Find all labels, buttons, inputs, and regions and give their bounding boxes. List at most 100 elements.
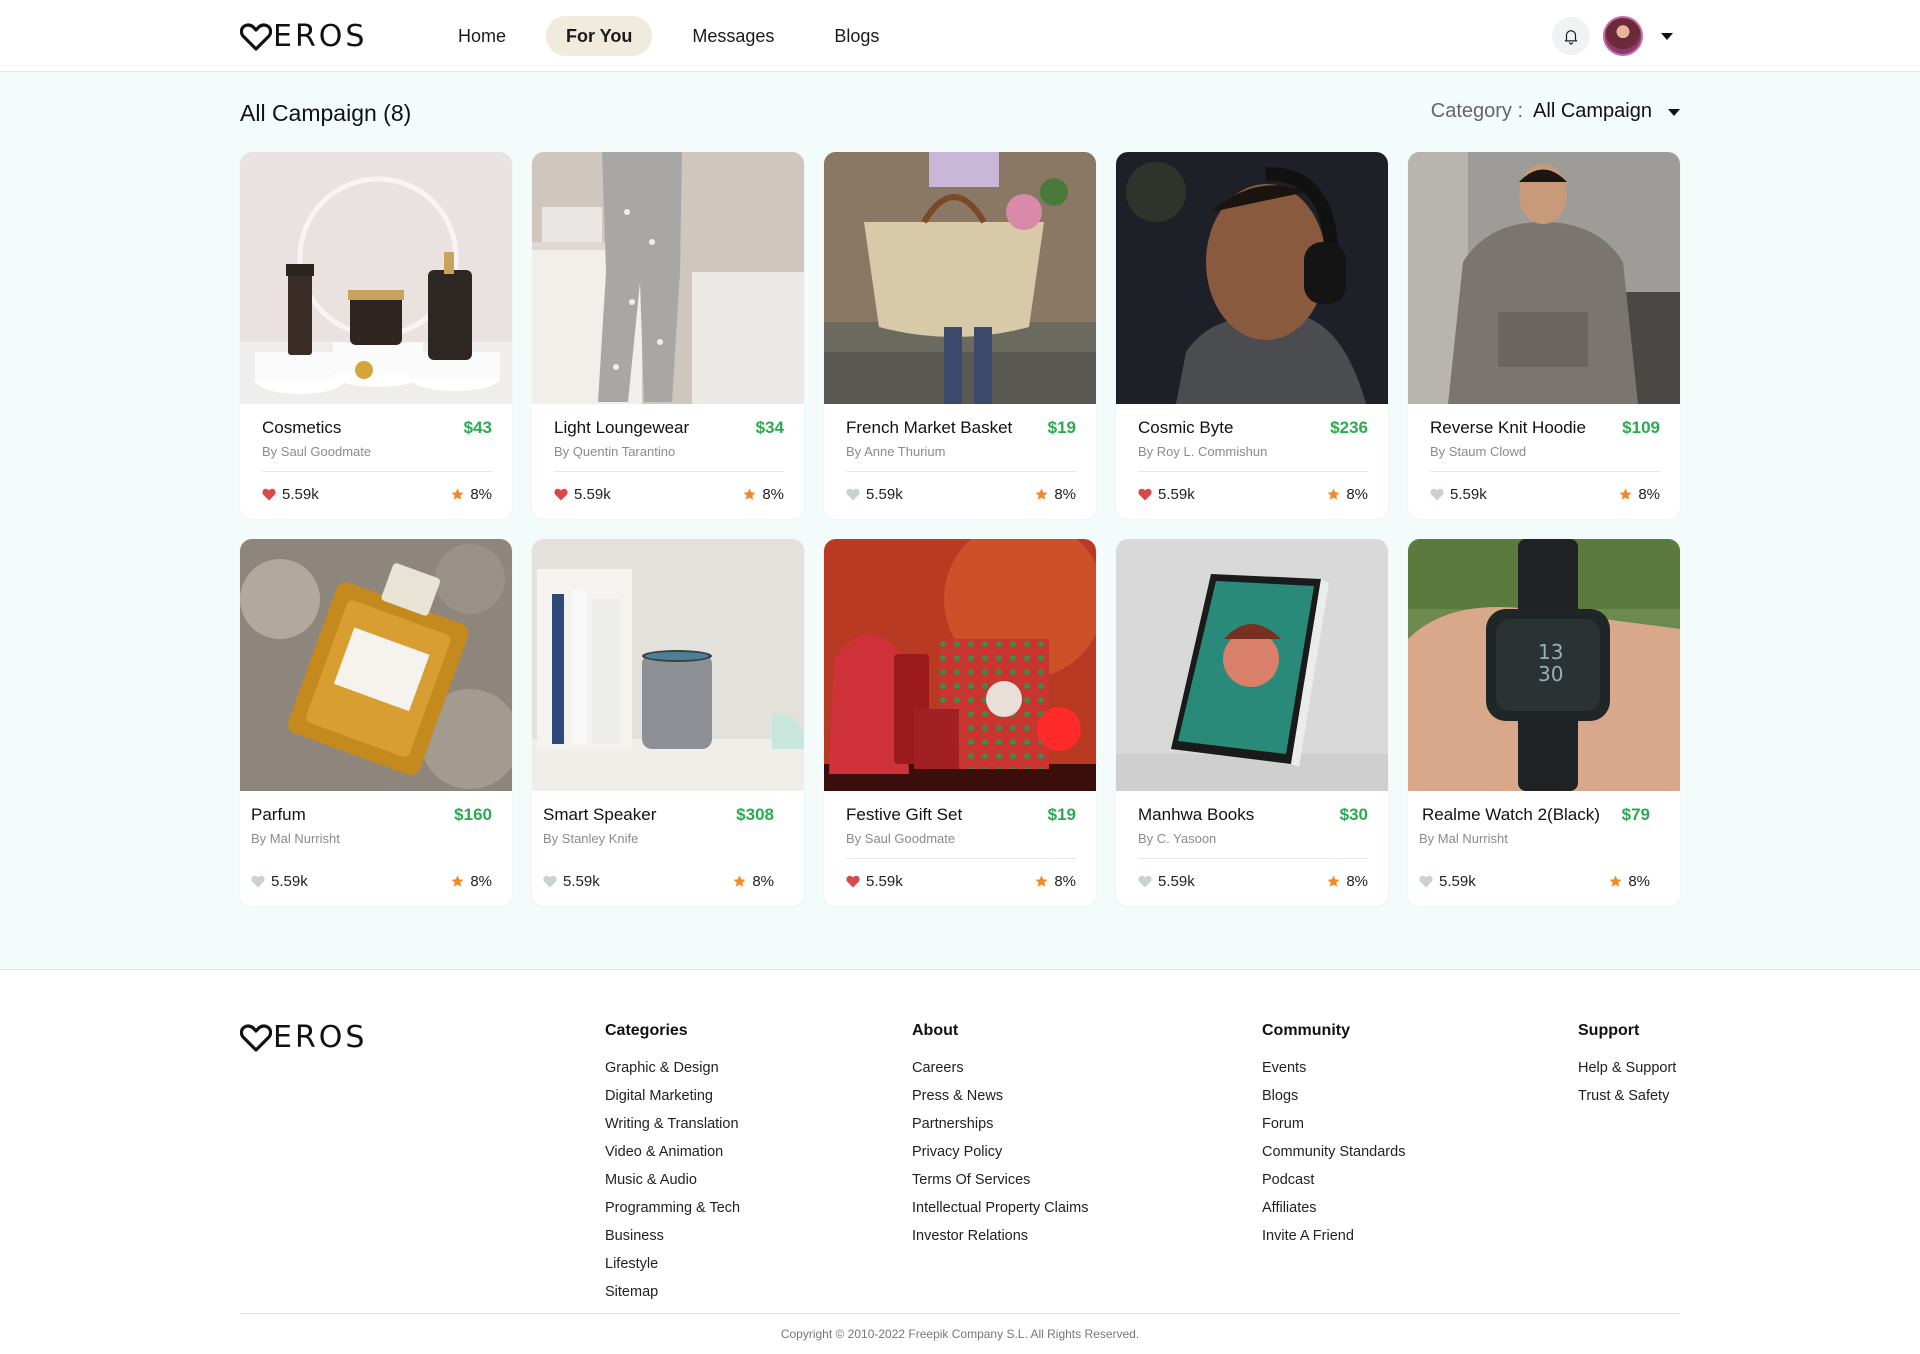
star-icon bbox=[451, 875, 464, 887]
campaign-card[interactable]: Manhwa Books $30 By C. Yasoon 5.59k 8% bbox=[1116, 539, 1388, 906]
nav-blogs[interactable]: Blogs bbox=[814, 16, 899, 56]
footer-divider bbox=[240, 1313, 1680, 1314]
footer-link[interactable]: Careers bbox=[912, 1054, 1089, 1082]
card-author: By Anne Thurium bbox=[846, 444, 946, 459]
campaign-card[interactable]: 13 30 Realme Watch 2(Black) $79 By Mal Nur… bbox=[1408, 539, 1680, 906]
footer-link[interactable]: Partnerships bbox=[912, 1110, 1089, 1138]
like-count[interactable]: 5.59k bbox=[846, 873, 903, 890]
star-icon bbox=[733, 875, 746, 887]
footer-categories: Categories Graphic & Design Digital Mark… bbox=[605, 1022, 740, 1306]
nav-messages[interactable]: Messages bbox=[672, 16, 794, 56]
card-title: Realme Watch 2(Black) bbox=[1422, 805, 1600, 824]
campaign-card[interactable]: Light Loungewear $34 By Quentin Tarantino… bbox=[532, 152, 804, 519]
card-title: Manhwa Books bbox=[1138, 805, 1255, 824]
footer-logo[interactable]: EROS bbox=[240, 1023, 367, 1053]
like-count[interactable]: 5.59k bbox=[251, 873, 308, 890]
footer-link[interactable]: Forum bbox=[1262, 1110, 1405, 1138]
product-image-hoodie bbox=[1408, 152, 1680, 404]
category-select[interactable]: Category : All Campaign bbox=[1431, 100, 1680, 123]
rating: 8% bbox=[1327, 486, 1368, 503]
card-author: By Roy L. Commishun bbox=[1138, 444, 1268, 459]
like-count[interactable]: 5.59k bbox=[1430, 486, 1487, 503]
footer-link[interactable]: Press & News bbox=[912, 1082, 1089, 1110]
nav-for-you[interactable]: For You bbox=[546, 16, 653, 56]
campaign-card[interactable]: Festive Gift Set $19 By Saul Goodmate 5.5… bbox=[824, 539, 1096, 906]
footer-link[interactable]: Privacy Policy bbox=[912, 1138, 1089, 1166]
star-icon bbox=[1609, 875, 1622, 887]
footer-link[interactable]: Programming & Tech bbox=[605, 1194, 740, 1222]
card-price: $19 bbox=[1047, 805, 1076, 824]
footer-link[interactable]: Invite A Friend bbox=[1262, 1222, 1405, 1250]
footer-heading: Support bbox=[1578, 1022, 1640, 1039]
heart-icon bbox=[846, 875, 860, 888]
category-label: Category : bbox=[1430, 100, 1524, 122]
footer-link[interactable]: Blogs bbox=[1262, 1082, 1405, 1110]
heart-icon bbox=[251, 875, 265, 888]
page-title: All Campaign (8) bbox=[240, 100, 412, 126]
campaign-card[interactable]: Cosmic Byte $236 By Roy L. Commishun 5.59… bbox=[1116, 152, 1388, 519]
footer-link[interactable]: Sitemap bbox=[605, 1278, 740, 1306]
campaign-card[interactable]: Reverse Knit Hoodie $109 By Staum Clowd 5… bbox=[1408, 152, 1680, 519]
campaign-card[interactable]: Smart Speaker $308 By Stanley Knife 5.59k… bbox=[532, 539, 804, 906]
footer-link[interactable]: Investor Relations bbox=[912, 1222, 1089, 1250]
star-icon bbox=[1327, 875, 1340, 887]
card-price: $30 bbox=[1339, 805, 1368, 824]
like-count[interactable]: 5.59k bbox=[554, 486, 611, 503]
footer-link[interactable]: Affiliates bbox=[1262, 1194, 1405, 1222]
footer-link[interactable]: Podcast bbox=[1262, 1166, 1405, 1194]
footer-support: Support Help & Support Trust & Safety bbox=[1578, 1022, 1676, 1110]
footer-link[interactable]: Business bbox=[605, 1222, 740, 1250]
footer-link[interactable]: Graphic & Design bbox=[605, 1054, 740, 1082]
like-count[interactable]: 5.59k bbox=[262, 486, 319, 503]
chevron-down-icon[interactable] bbox=[1661, 33, 1673, 40]
notifications-button[interactable] bbox=[1552, 17, 1590, 55]
card-price: $160 bbox=[454, 805, 492, 824]
product-image-loungewear bbox=[532, 152, 804, 404]
footer-link[interactable]: Lifestyle bbox=[605, 1250, 740, 1278]
card-divider bbox=[1430, 471, 1660, 472]
card-divider bbox=[251, 858, 492, 859]
heart-logo-icon bbox=[240, 1024, 272, 1052]
footer-link[interactable]: Video & Animation bbox=[605, 1138, 740, 1166]
footer-link[interactable]: Events bbox=[1262, 1054, 1405, 1082]
card-title: Parfum bbox=[251, 805, 306, 824]
card-author: By Saul Goodmate bbox=[846, 831, 956, 846]
footer-link[interactable]: Intellectual Property Claims bbox=[912, 1194, 1089, 1222]
card-price: $43 bbox=[463, 418, 492, 437]
card-price: $236 bbox=[1330, 418, 1368, 437]
footer-link[interactable]: Writing & Translation bbox=[605, 1110, 740, 1138]
footer-link[interactable]: Digital Marketing bbox=[605, 1082, 740, 1110]
campaign-card[interactable]: Cosmetics $43 By Saul Goodmate 5.59k 8% bbox=[240, 152, 512, 519]
campaign-card[interactable]: French Market Basket $19 By Anne Thurium … bbox=[824, 152, 1096, 519]
heart-icon bbox=[262, 488, 276, 501]
footer-heading: Categories bbox=[605, 1022, 688, 1039]
card-divider bbox=[1138, 471, 1368, 472]
brand-logo[interactable]: EROS bbox=[240, 22, 367, 52]
card-author: By Saul Goodmate bbox=[262, 444, 372, 459]
like-count[interactable]: 5.59k bbox=[1138, 873, 1195, 890]
card-title: Cosmetics bbox=[262, 418, 342, 437]
footer-link[interactable]: Terms Of Services bbox=[912, 1166, 1089, 1194]
rating: 8% bbox=[1327, 873, 1368, 890]
heart-icon bbox=[1430, 488, 1444, 501]
campaign-card[interactable]: Parfum $160 By Mal Nurrisht 5.59k 8% bbox=[240, 539, 512, 906]
heart-icon bbox=[554, 488, 568, 501]
card-divider bbox=[846, 858, 1076, 859]
like-count[interactable]: 5.59k bbox=[1138, 486, 1195, 503]
footer-link[interactable]: Trust & Safety bbox=[1578, 1082, 1676, 1110]
footer-link[interactable]: Music & Audio bbox=[605, 1166, 740, 1194]
like-count[interactable]: 5.59k bbox=[543, 873, 600, 890]
like-count[interactable]: 5.59k bbox=[1419, 873, 1476, 890]
card-divider bbox=[554, 471, 784, 472]
nav-home[interactable]: Home bbox=[438, 16, 526, 56]
product-image-basket bbox=[824, 152, 1096, 404]
footer-link[interactable]: Help & Support bbox=[1578, 1054, 1676, 1082]
like-count[interactable]: 5.59k bbox=[846, 486, 903, 503]
footer-link[interactable]: Community Standards bbox=[1262, 1138, 1405, 1166]
card-author: By Stanley Knife bbox=[543, 831, 639, 846]
card-author: By Quentin Tarantino bbox=[554, 444, 676, 459]
user-avatar[interactable] bbox=[1603, 16, 1643, 56]
rating: 8% bbox=[451, 486, 492, 503]
card-title: Smart Speaker bbox=[543, 805, 657, 824]
heart-icon bbox=[846, 488, 860, 501]
